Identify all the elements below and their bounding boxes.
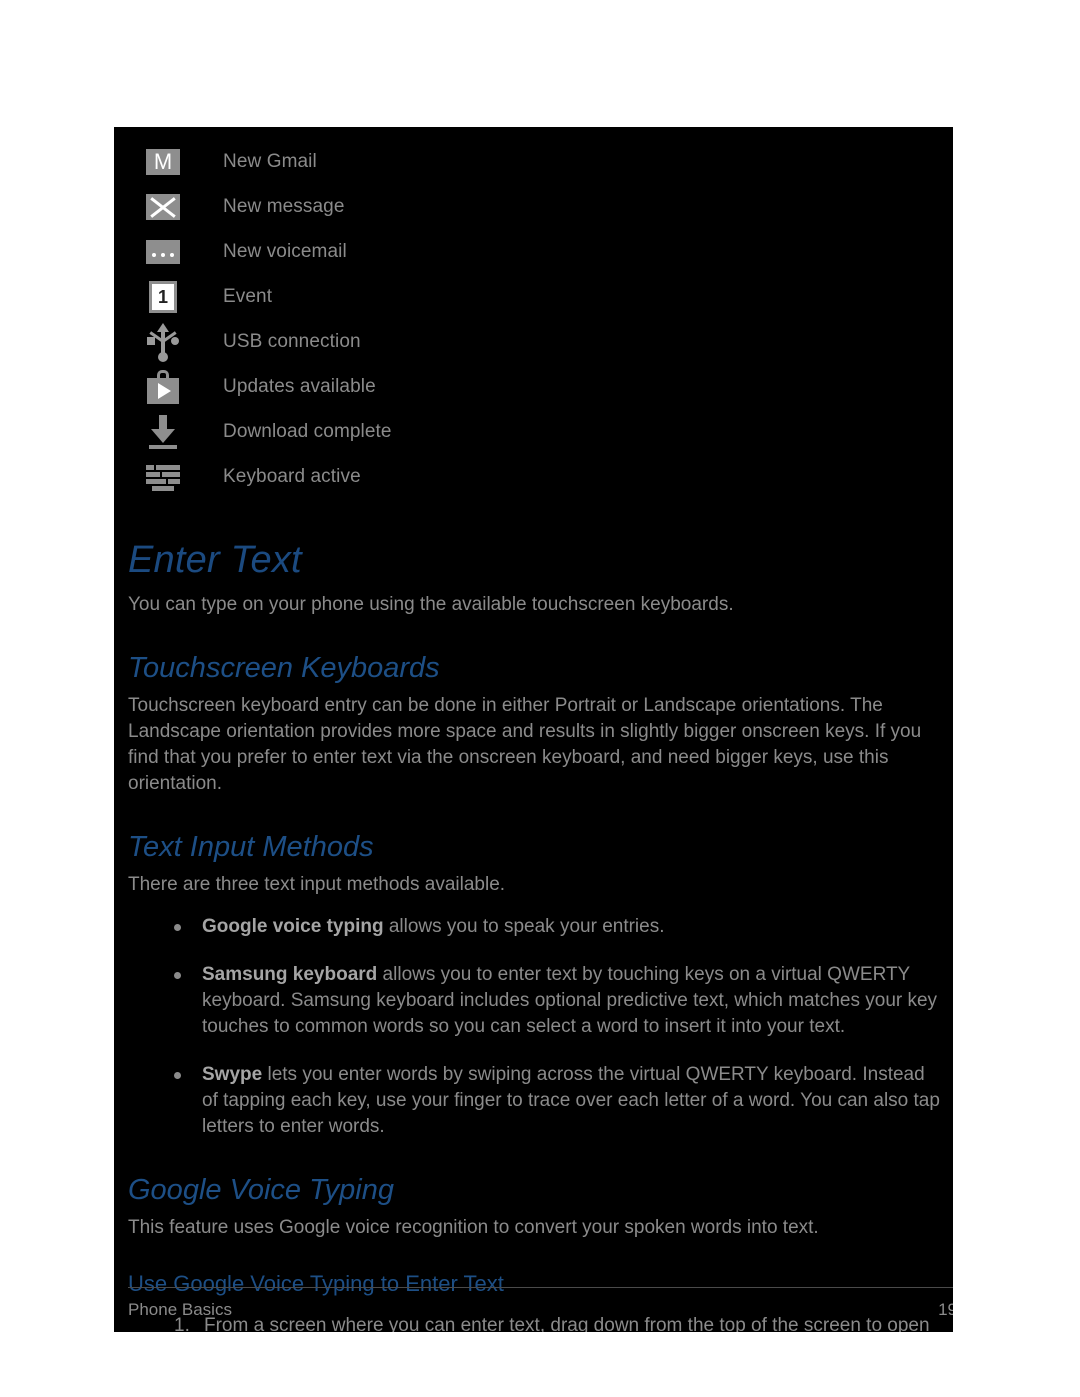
footer-page-number: 19 xyxy=(938,1300,953,1319)
notification-row-download: Download complete xyxy=(114,409,953,454)
paragraph-google-voice-typing: This feature uses Google voice recogniti… xyxy=(128,1217,819,1238)
notification-row-updates: Updates available xyxy=(114,364,953,409)
play-store-icon xyxy=(139,369,187,404)
notification-row-usb: USB connection xyxy=(114,319,953,364)
page-footer: Phone Basics 19 xyxy=(128,1287,953,1332)
notification-label: New message xyxy=(223,195,345,217)
list-item-lead: Swype xyxy=(202,1064,263,1085)
keyboard-icon xyxy=(139,464,187,491)
usb-icon xyxy=(139,322,187,362)
notification-row-message: New message xyxy=(114,184,953,229)
event-icon: 1 xyxy=(139,280,187,313)
notification-row-keyboard: Keyboard active xyxy=(114,454,953,499)
intro-paragraph: You can type on your phone using the ava… xyxy=(128,594,734,615)
list-item: Swype lets you enter words by swiping ac… xyxy=(128,1062,943,1140)
list-item-text: lets you enter words by swiping across t… xyxy=(202,1064,940,1137)
notification-label: Download complete xyxy=(223,420,392,442)
list-item-text: allows you to speak your entries. xyxy=(383,916,665,937)
notification-label: Updates available xyxy=(223,375,376,397)
gmail-icon-letter: M xyxy=(153,148,173,174)
gmail-icon: M xyxy=(139,148,187,175)
section-heading-touchscreen-keyboards: Touchscreen Keyboards xyxy=(128,652,440,684)
footer-section-name: Phone Basics xyxy=(128,1300,232,1319)
article-body: Enter Text You can type on your phone us… xyxy=(114,539,953,1332)
list-item: Google voice typing allows you to speak … xyxy=(128,914,943,940)
notification-row-voicemail: New voicemail xyxy=(114,229,953,274)
list-item: Samsung keyboard allows you to enter tex… xyxy=(128,962,943,1040)
paragraph-touchscreen-keyboards: Touchscreen keyboard entry can be done i… xyxy=(128,695,922,794)
notification-label: USB connection xyxy=(223,330,361,352)
notification-label: New Gmail xyxy=(223,150,317,172)
voicemail-icon xyxy=(139,239,187,264)
section-heading-text-input-methods: Text Input Methods xyxy=(128,831,374,863)
message-icon xyxy=(139,193,187,220)
page-title: Enter Text xyxy=(128,539,302,581)
document-page: M New Gmail New message New voicemail 1 xyxy=(0,0,1080,1397)
notification-label: Event xyxy=(223,285,273,307)
list-item-lead: Google voice typing xyxy=(202,916,384,937)
section-heading-google-voice-typing: Google Voice Typing xyxy=(128,1174,394,1206)
notification-row-event: 1 Event xyxy=(114,274,953,319)
paragraph-text-input-methods: There are three text input methods avail… xyxy=(128,874,506,895)
input-methods-list: Google voice typing allows you to speak … xyxy=(128,914,943,1140)
notification-label: New voicemail xyxy=(223,240,347,262)
event-icon-badge: 1 xyxy=(157,286,168,307)
download-icon xyxy=(139,414,187,449)
content-block: M New Gmail New message New voicemail 1 xyxy=(114,127,953,1332)
notification-icon-list: M New Gmail New message New voicemail 1 xyxy=(114,127,953,499)
list-item-lead: Samsung keyboard xyxy=(202,964,378,985)
notification-label: Keyboard active xyxy=(223,465,361,487)
notification-row-gmail: M New Gmail xyxy=(114,139,953,184)
